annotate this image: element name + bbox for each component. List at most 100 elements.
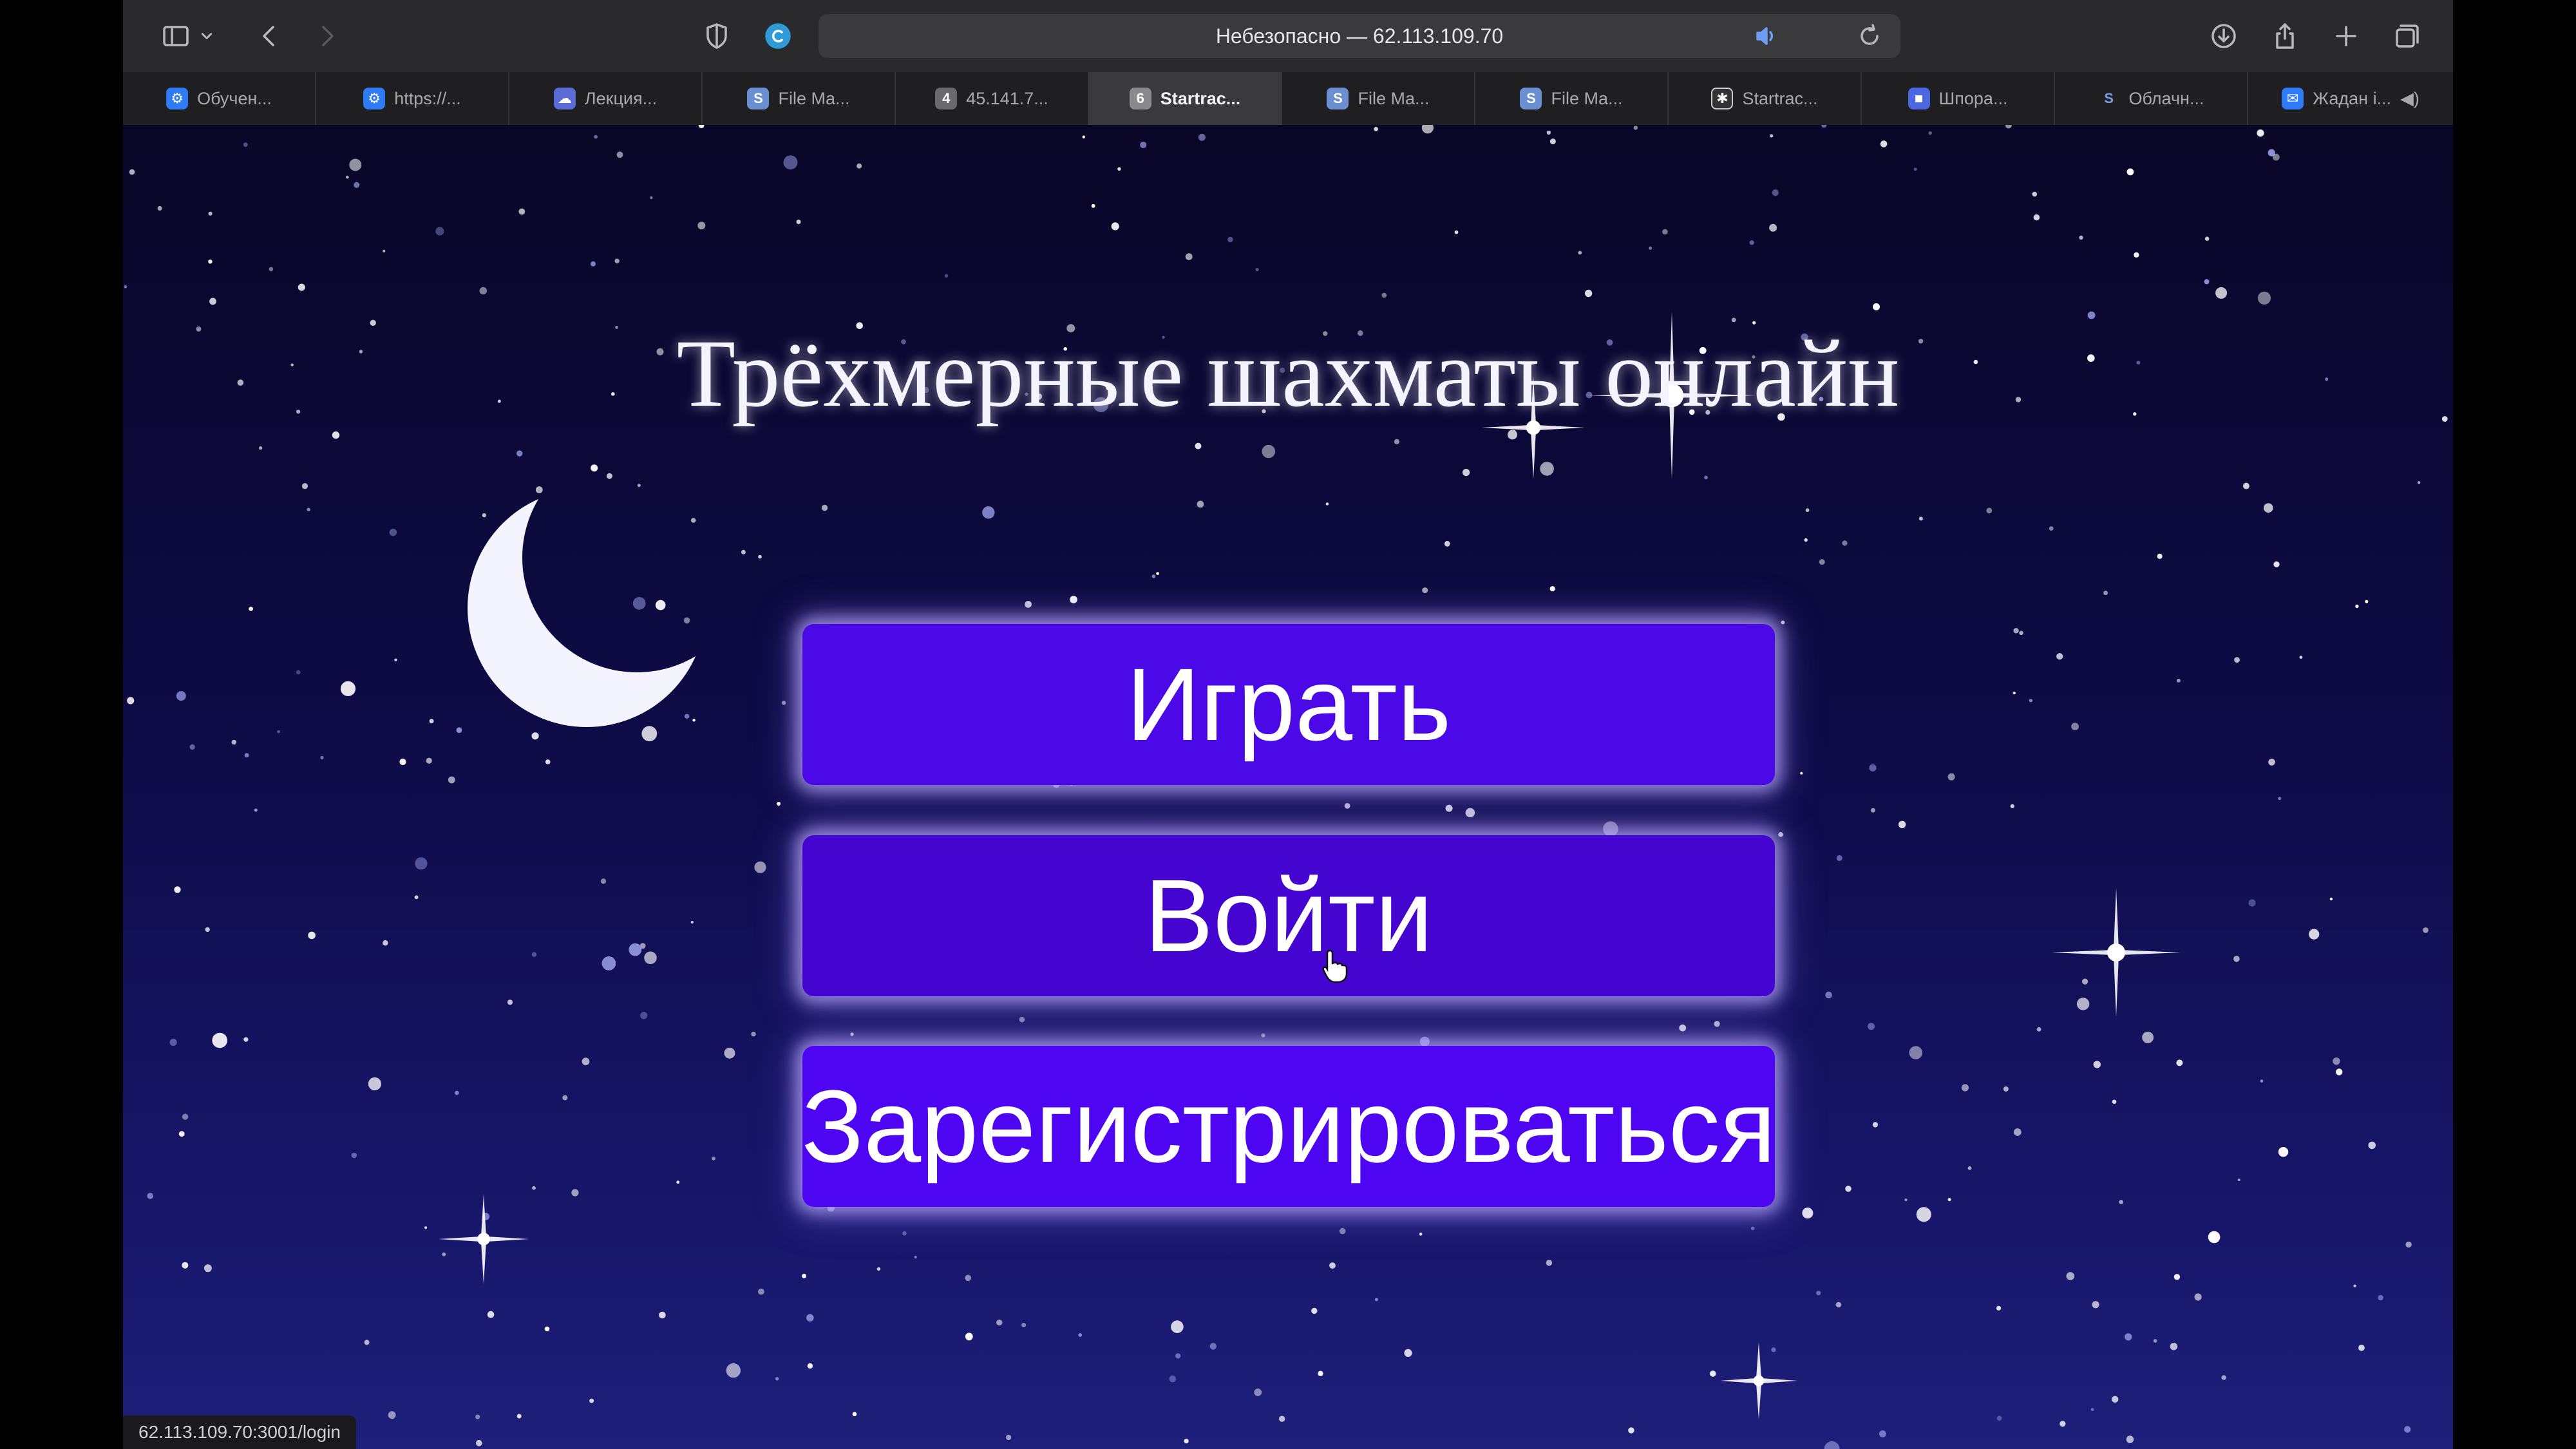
star [2405,1241,2412,1248]
privacy-shield-icon[interactable] [696,15,737,57]
star [1872,1122,1879,1128]
star [1904,1198,1908,1202]
star [1374,1298,1378,1302]
tab-1[interactable]: ⚙ Обучен... [123,72,316,125]
star [424,1226,428,1229]
star [1169,1375,1177,1383]
star [2066,1272,2075,1280]
star [2153,1339,2157,1343]
star [532,1186,536,1190]
tab-overview-icon[interactable] [2387,15,2428,57]
star [807,1363,813,1369]
play-button[interactable]: Играть [802,624,1775,785]
star [2248,899,2256,907]
tab-3[interactable]: ☁ Лекция... [509,72,703,125]
star [1781,620,1785,625]
star [394,658,397,661]
star [1947,773,1955,781]
star [2257,129,2264,137]
star [475,1439,482,1446]
new-tab-icon[interactable] [2325,15,2367,57]
star [1381,292,1387,298]
audio-playing-icon[interactable] [1746,15,1787,57]
tab-12[interactable]: ✉ Жадан і... ◀) [2248,72,2453,125]
address-bar[interactable]: Небезопасно — 62.113.109.70 [819,14,1900,58]
star [127,697,135,705]
star [1156,572,1159,575]
tab-4[interactable]: S File Ma... [703,72,896,125]
star [1825,991,1832,999]
star [2125,1333,2132,1341]
star [650,196,653,200]
star [2019,630,2023,636]
star [2056,653,2063,660]
tab-8[interactable]: S File Ma... [1475,72,1669,125]
share-icon[interactable] [2264,15,2306,57]
star [996,1320,1003,1326]
star [2365,600,2369,603]
star [698,125,705,128]
tab-label: Жадан і... [2313,88,2392,108]
forward-icon[interactable] [307,15,348,57]
star [1880,140,1888,147]
star [2176,678,2181,683]
speaker-icon[interactable]: ◀) [2400,89,2420,109]
tab-6-active[interactable]: 6 Startrac... [1089,72,1282,125]
star [781,701,786,705]
tab-2[interactable]: ⚙ https://... [316,72,509,125]
back-icon[interactable] [249,15,290,57]
star [169,1038,177,1046]
star [2036,1027,2041,1032]
star [2423,927,2429,933]
star [589,1398,594,1403]
star [1996,1305,2002,1311]
star [1197,500,1204,508]
tab-10[interactable]: ■ Шпора... [1862,72,2055,125]
star [1140,141,1147,149]
download-icon[interactable] [2203,15,2244,57]
page-title: Трёхмерные шахматы онлайн [676,320,1900,427]
star [426,757,432,764]
star [1679,1024,1687,1032]
star [1195,442,1202,450]
star [174,886,181,893]
tab-7[interactable]: S File Ma... [1282,72,1475,125]
star [1879,1430,1886,1437]
star [2157,553,2163,559]
tab-label: File Ma... [778,88,850,108]
tab-9[interactable]: ✱ Startrac... [1669,72,1862,125]
star [2333,1057,2340,1065]
star [2273,561,2280,567]
star [1996,1416,2002,1421]
star [1419,1036,1430,1046]
star [1909,1046,1923,1059]
star [1540,462,1554,476]
star [388,1411,396,1419]
star [2033,214,2040,221]
tab-5[interactable]: 4 45.141.7... [896,72,1089,125]
tab-11[interactable]: S Облачн... [2055,72,2248,125]
gear-favicon-icon: ⚙ [166,88,189,109]
star [821,504,828,511]
star [1918,516,1923,521]
s-favicon-icon: S [1327,88,1349,109]
star [1465,808,1475,818]
reload-icon[interactable] [1849,15,1890,57]
star [690,920,694,924]
chevron-down-icon[interactable] [194,15,220,57]
star [258,446,263,450]
extension-icon[interactable] [757,15,799,57]
star [876,1267,881,1271]
star [2221,1375,2226,1380]
register-button[interactable]: Зарегистрироваться [802,1046,1776,1207]
sidebar-toggle-icon[interactable] [155,15,196,57]
star [2278,1147,2289,1157]
star [157,205,162,211]
star [308,931,316,940]
login-button[interactable]: Войти [802,835,1775,996]
star [1804,538,1808,542]
star [802,1273,807,1278]
star [147,1193,153,1199]
star [754,861,766,873]
star [724,1047,735,1059]
